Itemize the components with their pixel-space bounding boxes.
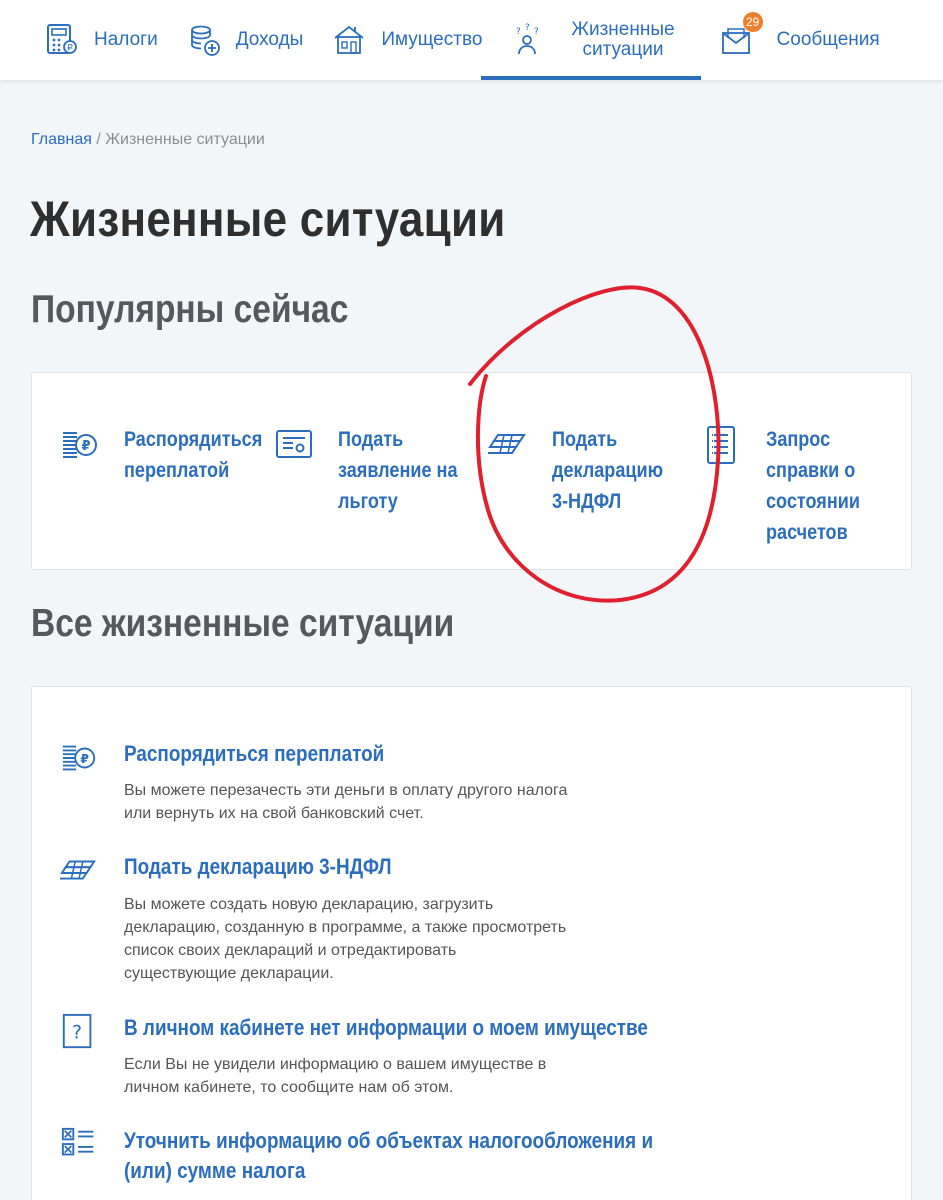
situation-title-link[interactable]: Распорядиться переплатой xyxy=(124,739,657,769)
svg-text:?: ? xyxy=(534,27,539,37)
situation-title-link[interactable]: Уточнить информацию об объектах налогооб… xyxy=(124,1126,657,1186)
declaration-stack-icon xyxy=(60,860,96,880)
breadcrumb-separator: / xyxy=(91,131,106,148)
document-list-icon xyxy=(707,426,735,464)
nav-item-messages[interactable]: 29 Сообщения xyxy=(701,0,880,80)
nav-label-life-situations: Жизненные ситуации xyxy=(571,19,675,60)
popular-item-label: Подать декларацию 3-НДФЛ xyxy=(552,428,663,513)
nav-item-life-situations[interactable]: ? ? ? Жизненные ситуации xyxy=(481,0,701,80)
popular-card: ₽ Распорядиться переплатой Подать заявле… xyxy=(31,372,912,570)
breadcrumb-current: Жизненные ситуации xyxy=(105,131,265,148)
popular-item-overpayment[interactable]: ₽ Распорядиться переплатой xyxy=(60,425,294,486)
all-situations-card: ₽ Распорядиться переплатой Вы можете пер… xyxy=(31,686,912,1200)
coins-icon xyxy=(190,25,220,56)
house-icon xyxy=(334,25,364,54)
svg-text:₽: ₽ xyxy=(67,44,73,54)
svg-text:?: ? xyxy=(525,23,530,33)
nav-item-income[interactable]: Доходы xyxy=(158,0,304,80)
popular-item-benefit-application[interactable]: Подать заявление на льготу xyxy=(274,425,508,517)
svg-text:?: ? xyxy=(72,1022,82,1044)
declaration-stack-icon xyxy=(488,434,526,454)
nav-label-income: Доходы xyxy=(235,29,304,50)
people-question-icon: ? ? ? xyxy=(516,23,539,55)
ruble-coins-icon: ₽ xyxy=(62,745,96,771)
nav-item-property[interactable]: Имущество xyxy=(303,0,482,80)
top-navigation: ₽ Налоги Доходы Имущество ? ? ? Жизненны… xyxy=(0,0,943,80)
popular-item-label: Подать заявление на льготу xyxy=(338,428,458,513)
svg-text:₽: ₽ xyxy=(80,752,89,766)
nav-label-messages: Сообщения xyxy=(776,29,880,50)
situation-description: Вы можете перезачесть эти деньги в оплат… xyxy=(124,782,568,822)
nav-item-taxes[interactable]: ₽ Налоги xyxy=(0,0,158,80)
question-box-icon: ? xyxy=(62,1013,92,1049)
checklist-icon xyxy=(61,1127,94,1156)
messages-icon-wrap: 29 xyxy=(719,12,763,58)
certificate-icon xyxy=(276,430,312,458)
situation-description: Вы можете создать новую декларацию, загр… xyxy=(124,896,567,982)
popular-item-3ndfl-declaration[interactable]: Подать декларацию 3-НДФЛ xyxy=(488,425,722,517)
breadcrumb: Главная / Жизненные ситуации xyxy=(31,131,265,149)
breadcrumb-home-link[interactable]: Главная xyxy=(31,131,92,148)
situation-description: Если Вы не увидели информацию о вашем им… xyxy=(124,1056,547,1096)
popular-item-label: Запрос справки о состоянии расчетов xyxy=(766,428,860,544)
calculator-icon: ₽ xyxy=(47,24,77,54)
messages-count-badge: 29 xyxy=(742,12,763,32)
popular-item-label: Распорядиться переплатой xyxy=(124,428,263,482)
situation-title-link[interactable]: В личном кабинете нет информации о моем … xyxy=(124,1013,657,1043)
svg-text:₽: ₽ xyxy=(81,439,90,454)
popular-section-title: Популярны сейчас xyxy=(31,288,349,331)
all-section-title: Все жизненные ситуации xyxy=(31,602,455,645)
nav-label-property: Имущество xyxy=(381,29,483,50)
nav-label-taxes: Налоги xyxy=(94,29,158,50)
svg-text:?: ? xyxy=(516,27,521,37)
ruble-coins-icon: ₽ xyxy=(63,432,97,458)
popular-item-settlement-certificate[interactable]: Запрос справки о состоянии расчетов xyxy=(702,425,936,548)
page-title: Жизненные ситуации xyxy=(30,191,506,247)
situation-title-link[interactable]: Подать декларацию 3-НДФЛ xyxy=(124,852,657,882)
